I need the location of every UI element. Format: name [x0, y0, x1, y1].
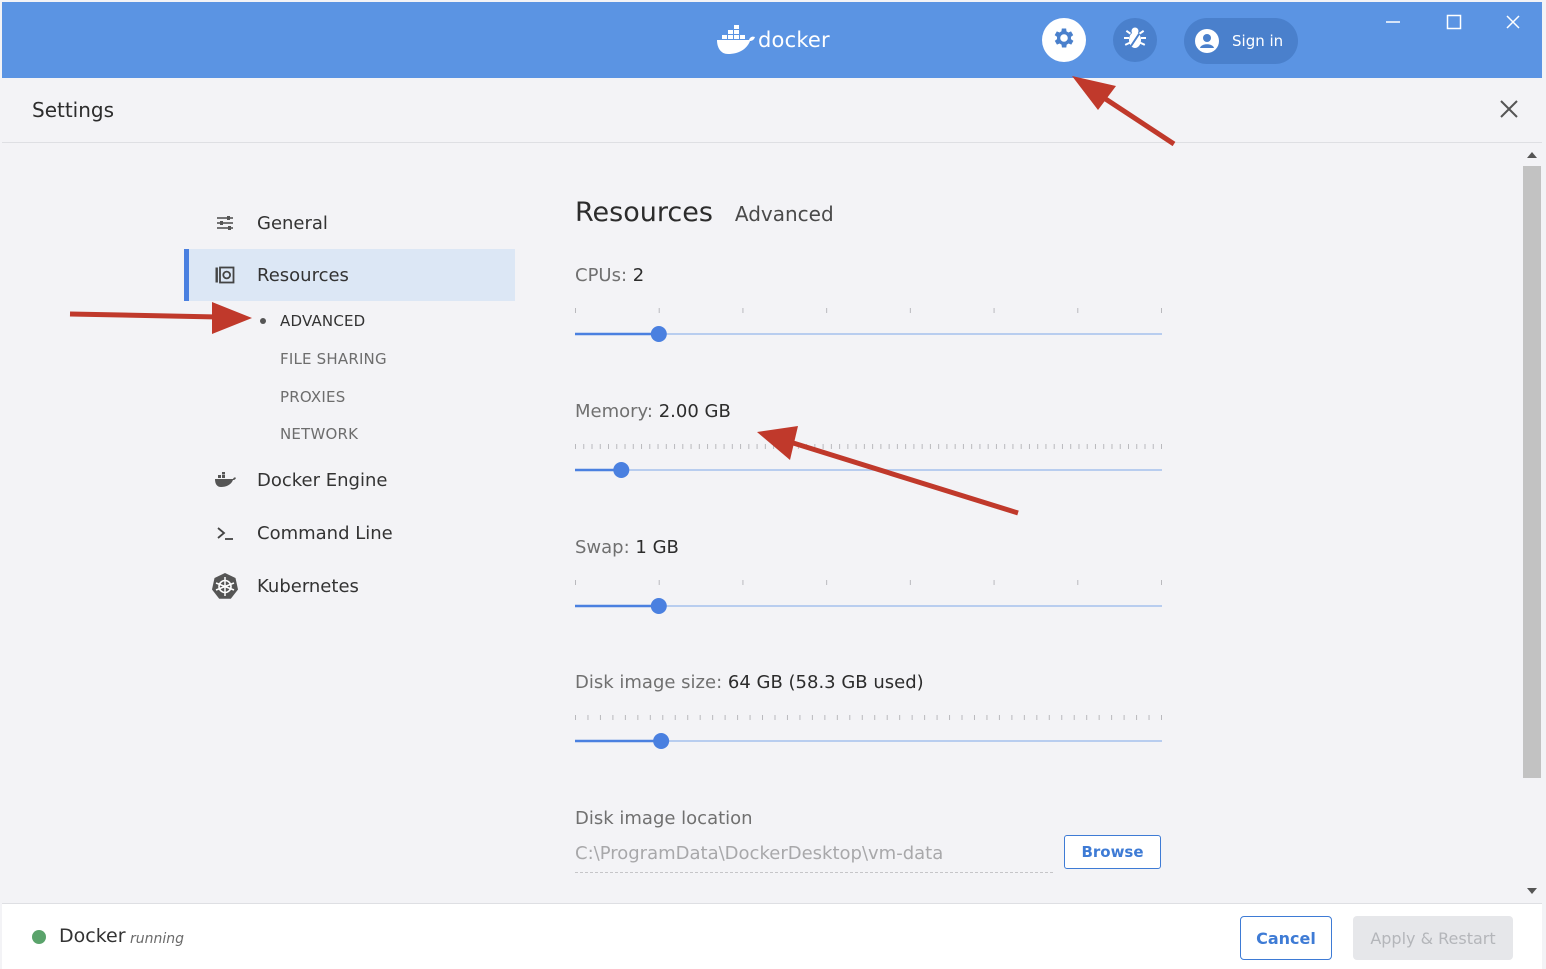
scroll-up-arrow-icon[interactable]: [1527, 152, 1537, 158]
disk-size-value: 64 GB (58.3 GB used): [727, 672, 924, 693]
sidebar-item-docker-engine[interactable]: Docker Engine: [184, 454, 510, 506]
sidebar-subitem-advanced[interactable]: ADVANCED: [280, 312, 365, 330]
kubernetes-icon: [210, 571, 240, 601]
cpus-value: 2: [632, 265, 645, 286]
slider-handle[interactable]: [653, 733, 670, 749]
status-footer: Docker running Cancel Apply & Restart: [2, 903, 1542, 969]
sidebar-subitem-proxies[interactable]: PROXIES: [280, 388, 345, 406]
docker-whale-icon: [716, 25, 756, 55]
cpus-slider[interactable]: [575, 305, 1162, 345]
current-subitem-marker: [260, 318, 266, 324]
section-title: Resources: [575, 197, 713, 228]
sidebar-item-resources[interactable]: Resources: [184, 249, 515, 301]
sliders-icon: [210, 208, 240, 238]
cpus-label: CPUs: 2: [575, 265, 644, 286]
scrollbar[interactable]: [1522, 146, 1542, 900]
settings-close-button[interactable]: [1496, 96, 1522, 122]
bug-icon: [1121, 24, 1149, 56]
memory-value: 2.00 GB: [658, 401, 731, 422]
disk-location-field[interactable]: C:\ProgramData\DockerDesktop\vm-data: [575, 840, 1053, 873]
troubleshoot-button[interactable]: [1113, 18, 1157, 62]
minimize-icon: [1385, 14, 1401, 34]
settings-header: Settings: [2, 78, 1542, 143]
section-heading: Resources Advanced: [575, 197, 834, 228]
terminal-icon: [210, 518, 240, 548]
minimize-button[interactable]: [1378, 12, 1408, 36]
gear-icon: [1051, 25, 1077, 55]
cpus-label-text: CPUs:: [575, 265, 628, 286]
sidebar-subitem-file-sharing[interactable]: FILE SHARING: [280, 350, 387, 368]
resources-icon: [210, 260, 240, 290]
status-text: running: [130, 931, 185, 947]
slider-handle[interactable]: [613, 462, 630, 478]
maximize-button[interactable]: [1439, 12, 1469, 36]
sidebar-item-label: Command Line: [257, 522, 393, 544]
sidebar-item-label: Docker Engine: [257, 469, 388, 491]
swap-label: Swap: 1 GB: [575, 537, 679, 558]
section-subtitle: Advanced: [734, 202, 834, 226]
logo-text: docker: [758, 28, 830, 52]
apply-restart-button[interactable]: Apply & Restart: [1353, 916, 1513, 960]
disk-location-label: Disk image location: [575, 808, 753, 829]
status-app-name: Docker: [59, 925, 126, 947]
cancel-button[interactable]: Cancel: [1240, 916, 1332, 960]
title-bar: docker Sign in: [2, 2, 1542, 78]
browse-button[interactable]: Browse: [1064, 835, 1161, 869]
swap-label-text: Swap:: [575, 537, 630, 558]
arrow-to-advanced: [69, 302, 252, 334]
docker-logo: docker: [716, 22, 830, 58]
settings-button[interactable]: [1042, 18, 1086, 62]
maximize-icon: [1446, 14, 1462, 34]
status-indicator: [32, 930, 46, 944]
disk-size-slider[interactable]: [575, 712, 1162, 752]
slider-handle[interactable]: [650, 598, 667, 614]
memory-slider[interactable]: [575, 441, 1162, 481]
sidebar-item-label: Resources: [257, 264, 349, 286]
sidebar-item-label: Kubernetes: [257, 575, 359, 597]
page-title: Settings: [32, 98, 115, 122]
user-icon: [1194, 28, 1220, 54]
scrollbar-thumb[interactable]: [1523, 166, 1541, 778]
memory-label: Memory: 2.00 GB: [575, 401, 731, 422]
slider-handle[interactable]: [650, 326, 667, 342]
sidebar-item-general[interactable]: General: [184, 197, 510, 249]
sidebar-item-label: General: [257, 212, 328, 234]
sign-in-label: Sign in: [1232, 32, 1284, 50]
disk-size-label-text: Disk image size:: [575, 672, 723, 693]
sidebar-item-command-line[interactable]: Command Line: [184, 507, 510, 559]
sidebar-item-kubernetes[interactable]: Kubernetes: [184, 560, 510, 612]
sidebar-subitem-network[interactable]: NETWORK: [280, 425, 358, 443]
memory-label-text: Memory:: [575, 401, 653, 422]
swap-value: 1 GB: [635, 537, 679, 558]
whale-icon: [210, 465, 240, 495]
close-icon: [1496, 100, 1522, 126]
swap-slider[interactable]: [575, 577, 1162, 617]
sign-in-button[interactable]: Sign in: [1184, 18, 1298, 64]
window-close-button[interactable]: [1498, 12, 1528, 36]
scroll-down-arrow-icon[interactable]: [1527, 888, 1537, 894]
close-icon: [1505, 14, 1521, 34]
disk-size-label: Disk image size: 64 GB (58.3 GB used): [575, 672, 924, 693]
